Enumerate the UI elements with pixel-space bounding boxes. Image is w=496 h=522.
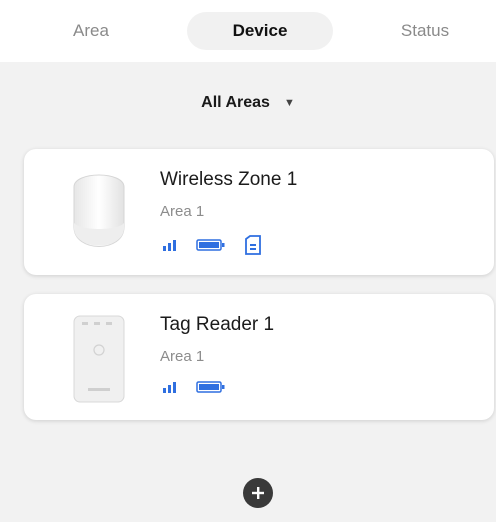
device-card-tag-reader[interactable]: Tag Reader 1 Area 1: [24, 294, 494, 420]
tab-bar: Area Device Status: [0, 0, 496, 62]
device-status-icons: [162, 380, 226, 394]
device-area: Area 1: [160, 348, 205, 365]
add-device-button[interactable]: [243, 478, 273, 508]
signal-icon: [163, 382, 176, 393]
signal-icon: [163, 240, 176, 251]
battery-icon: [196, 381, 225, 393]
device-area: Area 1: [160, 203, 205, 220]
area-filter[interactable]: All Areas ▼: [0, 88, 496, 118]
tamper-status-icon: [245, 235, 261, 255]
plus-icon: [252, 487, 264, 499]
tab-area[interactable]: Area: [46, 12, 136, 50]
device-card-wireless-zone[interactable]: Wireless Zone 1 Area 1: [24, 149, 494, 275]
tag-reader-image: [73, 315, 125, 403]
motion-detector-image: [73, 174, 125, 247]
caret-down-icon: ▼: [283, 97, 295, 109]
area-filter-label: All Areas: [201, 94, 270, 111]
device-name: Wireless Zone 1: [160, 169, 298, 190]
device-name: Tag Reader 1: [160, 314, 275, 335]
tab-device[interactable]: Device: [187, 12, 333, 50]
battery-icon: [196, 239, 225, 251]
device-status-icons: [162, 235, 262, 255]
tab-status[interactable]: Status: [380, 12, 470, 50]
